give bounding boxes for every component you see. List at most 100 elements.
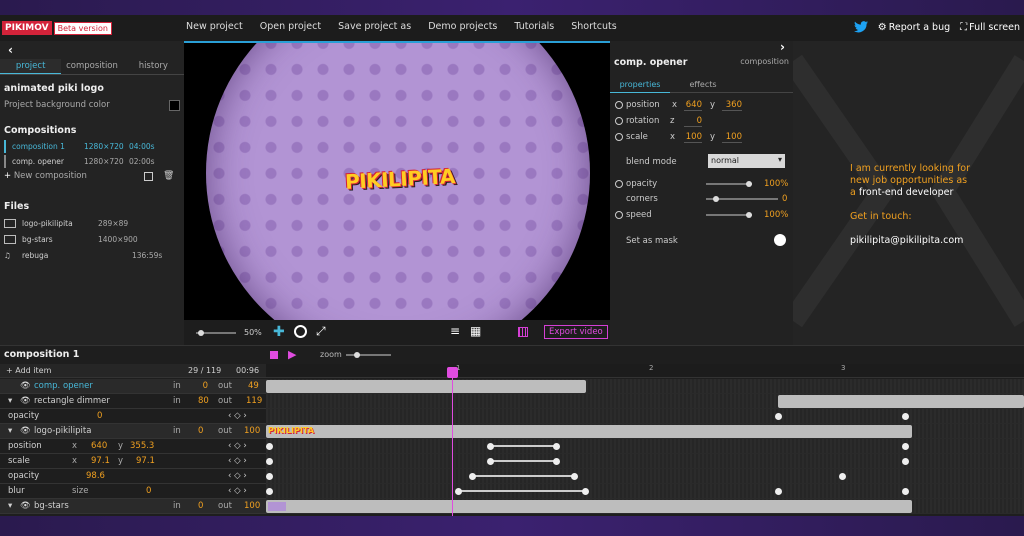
tab-effects[interactable]: effects [678,80,728,89]
layer-clip[interactable] [266,380,586,393]
keyframe-nav-icon[interactable]: ‹ ◇ › [228,486,247,496]
keyframe[interactable] [582,488,589,495]
keyframe[interactable] [902,458,909,465]
keyframe[interactable] [266,458,273,465]
keyframe[interactable] [775,413,782,420]
anchor-icon[interactable] [294,325,307,338]
layer-track[interactable]: PIKILIPITA [266,424,1024,439]
collapse-left-icon[interactable]: ‹ [8,43,13,57]
scale-y-field[interactable]: 100 [722,132,742,143]
trash-icon[interactable]: 🗑 [163,171,174,181]
corners-value[interactable]: 0 [782,194,787,204]
file-item[interactable]: bg-stars 1400×900 [4,233,180,246]
keyframe[interactable] [902,443,909,450]
position-y-field[interactable]: 360 [722,100,742,111]
tab-properties[interactable]: properties [610,80,670,93]
tab-composition[interactable]: composition [61,59,122,74]
timeline-zoom-slider[interactable] [346,354,391,356]
keyframe[interactable] [775,488,782,495]
fullscreen-button[interactable]: Full screen [969,22,1020,33]
collapse-right-icon[interactable]: › [780,40,785,54]
playhead-handle[interactable] [447,367,458,378]
layer-row[interactable]: 👁 comp. opener in 0 out 49 [0,379,266,394]
stopwatch-icon[interactable] [615,211,623,219]
stopwatch-icon[interactable] [615,133,623,141]
speed-slider-knob[interactable] [746,212,752,218]
layer-track[interactable] [266,499,1024,514]
layer-track[interactable] [266,394,1024,409]
bg-color-swatch[interactable] [169,100,180,111]
corners-slider-knob[interactable] [713,196,719,202]
composition-item[interactable]: composition 1 1280×720 04:00s [4,140,180,153]
stopwatch-icon[interactable] [615,180,623,188]
property-track[interactable] [266,469,1024,484]
file-item[interactable]: logo-pikilipita 289×89 [4,217,180,230]
stopwatch-icon[interactable] [615,101,623,109]
property-track[interactable] [266,439,1024,454]
composition-item[interactable]: comp. opener 1280×720 02:00s [4,155,180,168]
keyframe[interactable] [487,458,494,465]
property-row[interactable]: blur size 0 ‹ ◇ › [0,484,266,499]
speed-value[interactable]: 100% [764,210,788,220]
eye-icon[interactable]: 👁 [20,426,31,436]
chevron-down-icon[interactable]: ▾ [8,396,12,406]
blend-mode-select[interactable]: normal ▾ [708,154,785,168]
layer-row[interactable]: ▾ 👁 rectangle dimmer in 80 out 119 [0,394,266,409]
property-row[interactable]: opacity 98.6 ‹ ◇ › [0,469,266,484]
keyframe-nav-icon[interactable]: ‹ ◇ › [228,456,247,466]
stopwatch-icon[interactable] [615,117,623,125]
layer-row[interactable]: ▾ 👁 bg-stars in 0 out 100 [0,499,266,514]
add-item-button[interactable]: + Add item [6,366,51,375]
eye-icon[interactable]: 👁 [20,501,31,511]
play-icon[interactable]: ▶ [288,348,296,361]
keyframe[interactable] [553,443,560,450]
keyframe[interactable] [487,443,494,450]
email-link[interactable]: pikilipita@pikilipita.com [850,235,963,247]
stop-icon[interactable] [270,351,278,359]
position-x-field[interactable]: 640 [684,100,702,111]
distribute-icon[interactable]: ▦ [470,324,481,338]
file-item[interactable]: ♫ rebuga 136:59s [4,249,180,262]
property-row[interactable]: position x 640 y 355.3 ‹ ◇ › [0,439,266,454]
tab-project[interactable]: project [0,59,62,74]
keyframe[interactable] [469,473,476,480]
timeline-zoom-knob[interactable] [354,352,360,358]
menu-tutorials[interactable]: Tutorials [514,21,554,32]
duplicate-icon[interactable] [144,172,153,181]
keyframe[interactable] [902,488,909,495]
twitter-icon[interactable] [853,21,868,33]
keyframe-nav-icon[interactable]: ‹ ◇ › [228,471,247,481]
move-icon[interactable]: ✚ [273,324,285,340]
rotation-z-field[interactable]: 0 [684,116,702,127]
layer-row[interactable]: ▾ 👁 logo-pikilipita in 0 out 100 [0,424,266,439]
keyframe[interactable] [266,488,273,495]
layer-track[interactable] [266,379,1024,394]
property-track[interactable] [266,484,1024,499]
report-bug-link[interactable]: Report a bug [889,22,950,33]
align-icon[interactable]: ≡ [450,324,460,338]
property-row[interactable]: scale x 97.1 y 97.1 ‹ ◇ › [0,454,266,469]
property-track[interactable] [266,454,1024,469]
menu-save-project-as[interactable]: Save project as [338,21,411,32]
menu-demo-projects[interactable]: Demo projects [428,21,497,32]
menu-new-project[interactable]: New project [186,21,243,32]
keyframe[interactable] [571,473,578,480]
menu-open-project[interactable]: Open project [260,21,321,32]
keyframe[interactable] [553,458,560,465]
new-composition-button[interactable]: + New composition [4,171,87,181]
keyframe-nav-icon[interactable]: ‹ ◇ › [228,411,247,421]
keyframe[interactable] [266,473,273,480]
keyframe[interactable] [455,488,462,495]
chevron-down-icon[interactable]: ▾ [8,426,12,436]
property-track[interactable] [266,409,1024,424]
keyframe[interactable] [266,443,273,450]
eye-icon[interactable]: 👁 [20,381,31,391]
composition-viewport[interactable]: PIKILIPITA [184,41,610,320]
grid-icon[interactable] [518,327,528,337]
property-row[interactable]: opacity 0 ‹ ◇ › [0,409,266,424]
zoom-slider-knob[interactable] [198,330,204,336]
keyframe[interactable] [839,473,846,480]
layer-clip[interactable] [778,395,1024,408]
expand-icon[interactable]: ⤢ [316,324,326,339]
timeline-ruler[interactable]: 1 2 3 [266,364,1024,378]
